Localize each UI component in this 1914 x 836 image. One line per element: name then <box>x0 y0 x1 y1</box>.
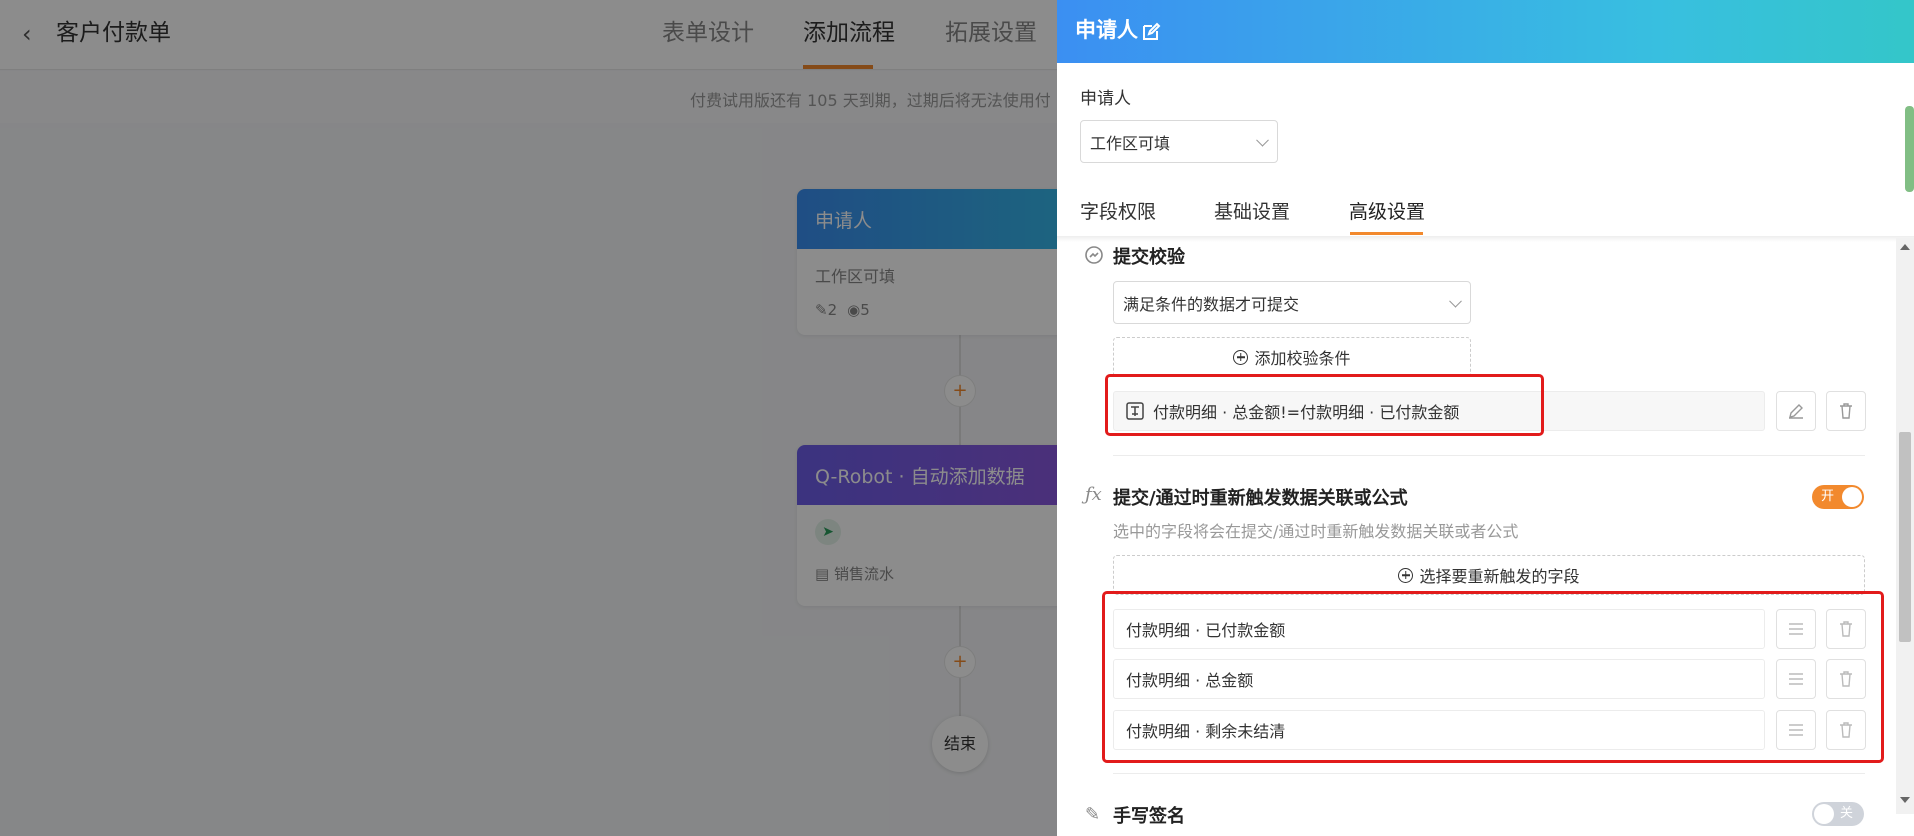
chevron-down-icon <box>1449 294 1462 308</box>
applicant-permission-select[interactable]: 工作区可填 <box>1080 120 1278 163</box>
check-circle-icon <box>1085 246 1103 264</box>
submit-check-mode-select[interactable]: 满足条件的数据才可提交 <box>1113 281 1471 324</box>
scroll-down-arrow[interactable] <box>1900 797 1910 803</box>
add-check-condition-button[interactable]: 添加校验条件 <box>1113 337 1471 377</box>
drawer-title: 申请人 <box>1075 18 1138 42</box>
select-retrigger-fields-button[interactable]: 选择要重新触发的字段 <box>1113 555 1865 595</box>
retrigger-description: 选中的字段将会在提交/通过时重新触发数据关联或者公式 <box>1113 522 1519 541</box>
signature-section-clip: ✎ 手写签名 关 <box>1057 790 1896 836</box>
edit-title-icon[interactable] <box>1141 22 1161 42</box>
retrigger-toggle[interactable]: 开 <box>1812 485 1864 509</box>
edit-condition-button[interactable] <box>1776 391 1816 431</box>
plus-circle-icon <box>1233 349 1249 365</box>
signature-toggle[interactable]: 关 <box>1812 802 1864 826</box>
header-scrollbar[interactable] <box>1905 106 1914 192</box>
tab-basic-settings[interactable]: 基础设置 <box>1214 197 1290 224</box>
signature-title: 手写签名 <box>1113 806 1185 827</box>
plus-circle-icon <box>1398 567 1414 583</box>
highlight-box <box>1105 374 1544 436</box>
modal-overlay[interactable] <box>0 0 1057 836</box>
active-tab-indicator <box>1350 232 1423 235</box>
retrigger-title: 提交/通过时重新触发数据关联或公式 <box>1113 488 1408 509</box>
pencil-icon <box>1789 404 1803 419</box>
signature-pen-icon: ✎ <box>1085 804 1101 825</box>
formula-fx-icon: ƒx <box>1085 484 1102 505</box>
submit-check-title: 提交校验 <box>1113 247 1185 268</box>
drawer-header: 申请人 <box>1057 0 1914 63</box>
applicant-label: 申请人 <box>1080 89 1131 109</box>
highlight-box <box>1102 591 1884 763</box>
content-scrollbar-thumb[interactable] <box>1899 432 1911 642</box>
delete-condition-button[interactable] <box>1826 391 1866 431</box>
scroll-up-arrow[interactable] <box>1900 244 1910 250</box>
trash-icon <box>1840 403 1852 419</box>
tab-field-permissions[interactable]: 字段权限 <box>1080 197 1156 224</box>
tab-advanced-settings[interactable]: 高级设置 <box>1349 197 1425 224</box>
chevron-down-icon <box>1256 133 1269 147</box>
